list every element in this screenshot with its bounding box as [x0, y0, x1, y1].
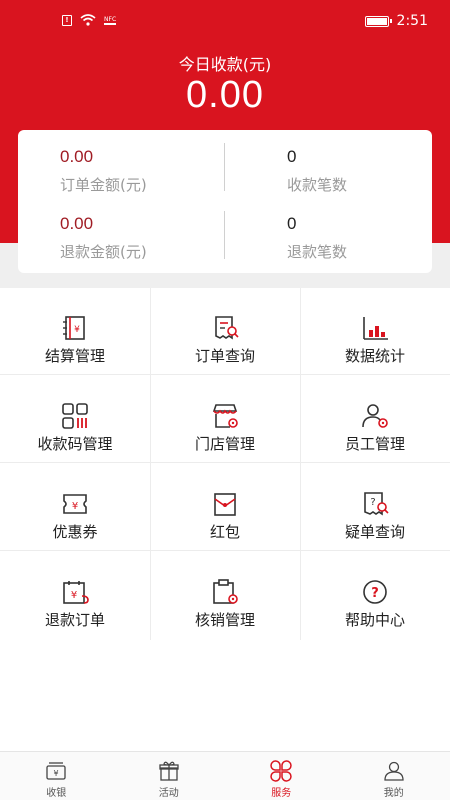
service-label: 员工管理	[344, 435, 405, 453]
service-label: 结算管理	[44, 347, 105, 365]
verification-icon	[213, 579, 238, 604]
gift-icon	[158, 761, 179, 781]
tab-cashier[interactable]: ¥ 收银	[0, 752, 113, 800]
status-right: 2:51	[364, 13, 428, 29]
service-order-search[interactable]: 订单查询	[150, 288, 300, 376]
qr-code-icon	[62, 403, 88, 429]
stat-order-amount[interactable]: 0.00 订单金额(元)	[18, 130, 225, 200]
service-refund-order[interactable]: ¥ 退款订单	[0, 552, 150, 640]
service-help[interactable]: ? 帮助中心	[300, 552, 450, 640]
stat-label: 订单金额(元)	[60, 176, 147, 194]
stat-label: 退款笔数	[287, 243, 348, 261]
service-label: 数据统计	[344, 347, 405, 365]
store-icon	[212, 404, 238, 428]
red-envelope-icon	[214, 493, 236, 516]
stat-label: 退款金额(元)	[60, 243, 147, 261]
nfc-icon: NFC	[104, 15, 117, 25]
service-label: 优惠券	[52, 523, 98, 541]
order-search-icon	[215, 316, 239, 340]
service-qr-code[interactable]: 收款码管理	[0, 376, 150, 464]
help-icon: ?	[363, 580, 387, 604]
refund-order-icon: ¥	[63, 581, 89, 604]
profile-icon	[383, 761, 404, 781]
battery-icon	[364, 15, 392, 27]
today-collection-amount: 0.00	[186, 74, 264, 116]
svg-text:¥: ¥	[53, 769, 58, 778]
service-grid: ¥ 结算管理 订单查询 数据统计 收款码管理 门店管理 员工管理 ¥ 优惠券 红…	[0, 288, 450, 640]
bottom-tab-bar: ¥ 收银 活动 服务 我的	[0, 751, 450, 800]
service-label: 红包	[209, 523, 240, 541]
svg-text:¥: ¥	[72, 501, 78, 512]
today-collection-label: 今日收款(元)	[178, 55, 272, 74]
service-settlement[interactable]: ¥ 结算管理	[0, 288, 150, 376]
stat-label: 收款笔数	[287, 176, 348, 194]
doubtful-order-icon: ?	[364, 492, 389, 516]
tab-label: 活动	[158, 788, 179, 799]
stat-refund-count[interactable]: 0 退款笔数	[225, 197, 432, 267]
stat-collection-count[interactable]: 0 收款笔数	[225, 130, 432, 200]
service-label: 门店管理	[194, 435, 255, 453]
service-doubtful-order[interactable]: ? 疑单查询	[300, 464, 450, 552]
notification-icon: !	[62, 14, 72, 26]
stat-value: 0.00	[60, 214, 94, 233]
service-label: 帮助中心	[344, 611, 405, 629]
service-store[interactable]: 门店管理	[150, 376, 300, 464]
stat-value: 0	[287, 214, 297, 233]
service-verification[interactable]: 核销管理	[150, 552, 300, 640]
tab-label: 收银	[46, 788, 67, 799]
bar-chart-icon	[363, 317, 388, 340]
tab-activity[interactable]: 活动	[113, 752, 226, 800]
staff-icon	[362, 404, 388, 428]
service-label: 订单查询	[194, 347, 255, 365]
tab-profile[interactable]: 我的	[338, 752, 450, 800]
cashier-icon: ¥	[46, 762, 66, 780]
service-label: 疑单查询	[344, 523, 405, 541]
service-label: 核销管理	[194, 611, 255, 629]
svg-text:¥: ¥	[71, 590, 77, 601]
tab-label: 我的	[383, 788, 404, 799]
status-time: 2:51	[396, 13, 428, 29]
summary-card: 0.00 订单金额(元) 0 收款笔数 0.00 退款金额(元) 0 退款笔数	[18, 130, 432, 273]
stat-refund-amount[interactable]: 0.00 退款金额(元)	[18, 197, 225, 267]
service-staff[interactable]: 员工管理	[300, 376, 450, 464]
service-red-envelope[interactable]: 红包	[150, 464, 300, 552]
service-data-stats[interactable]: 数据统计	[300, 288, 450, 376]
stat-value: 0	[287, 147, 297, 166]
svg-text:?: ?	[371, 586, 379, 601]
wifi-icon	[80, 14, 96, 26]
tab-service[interactable]: 服务	[225, 752, 338, 800]
service-icon	[270, 760, 292, 782]
tab-label: 服务	[271, 788, 292, 799]
service-label: 收款码管理	[37, 435, 113, 453]
coupon-icon: ¥	[63, 494, 87, 514]
service-coupon[interactable]: ¥ 优惠券	[0, 464, 150, 552]
service-label: 退款订单	[44, 611, 105, 629]
svg-text:¥: ¥	[74, 325, 80, 335]
ledger-icon: ¥	[63, 316, 85, 340]
stat-value: 0.00	[60, 147, 94, 166]
svg-text:?: ?	[370, 497, 375, 508]
status-bar: ! NFC 2:51	[0, 0, 450, 44]
status-left-icons: ! NFC	[62, 14, 117, 26]
